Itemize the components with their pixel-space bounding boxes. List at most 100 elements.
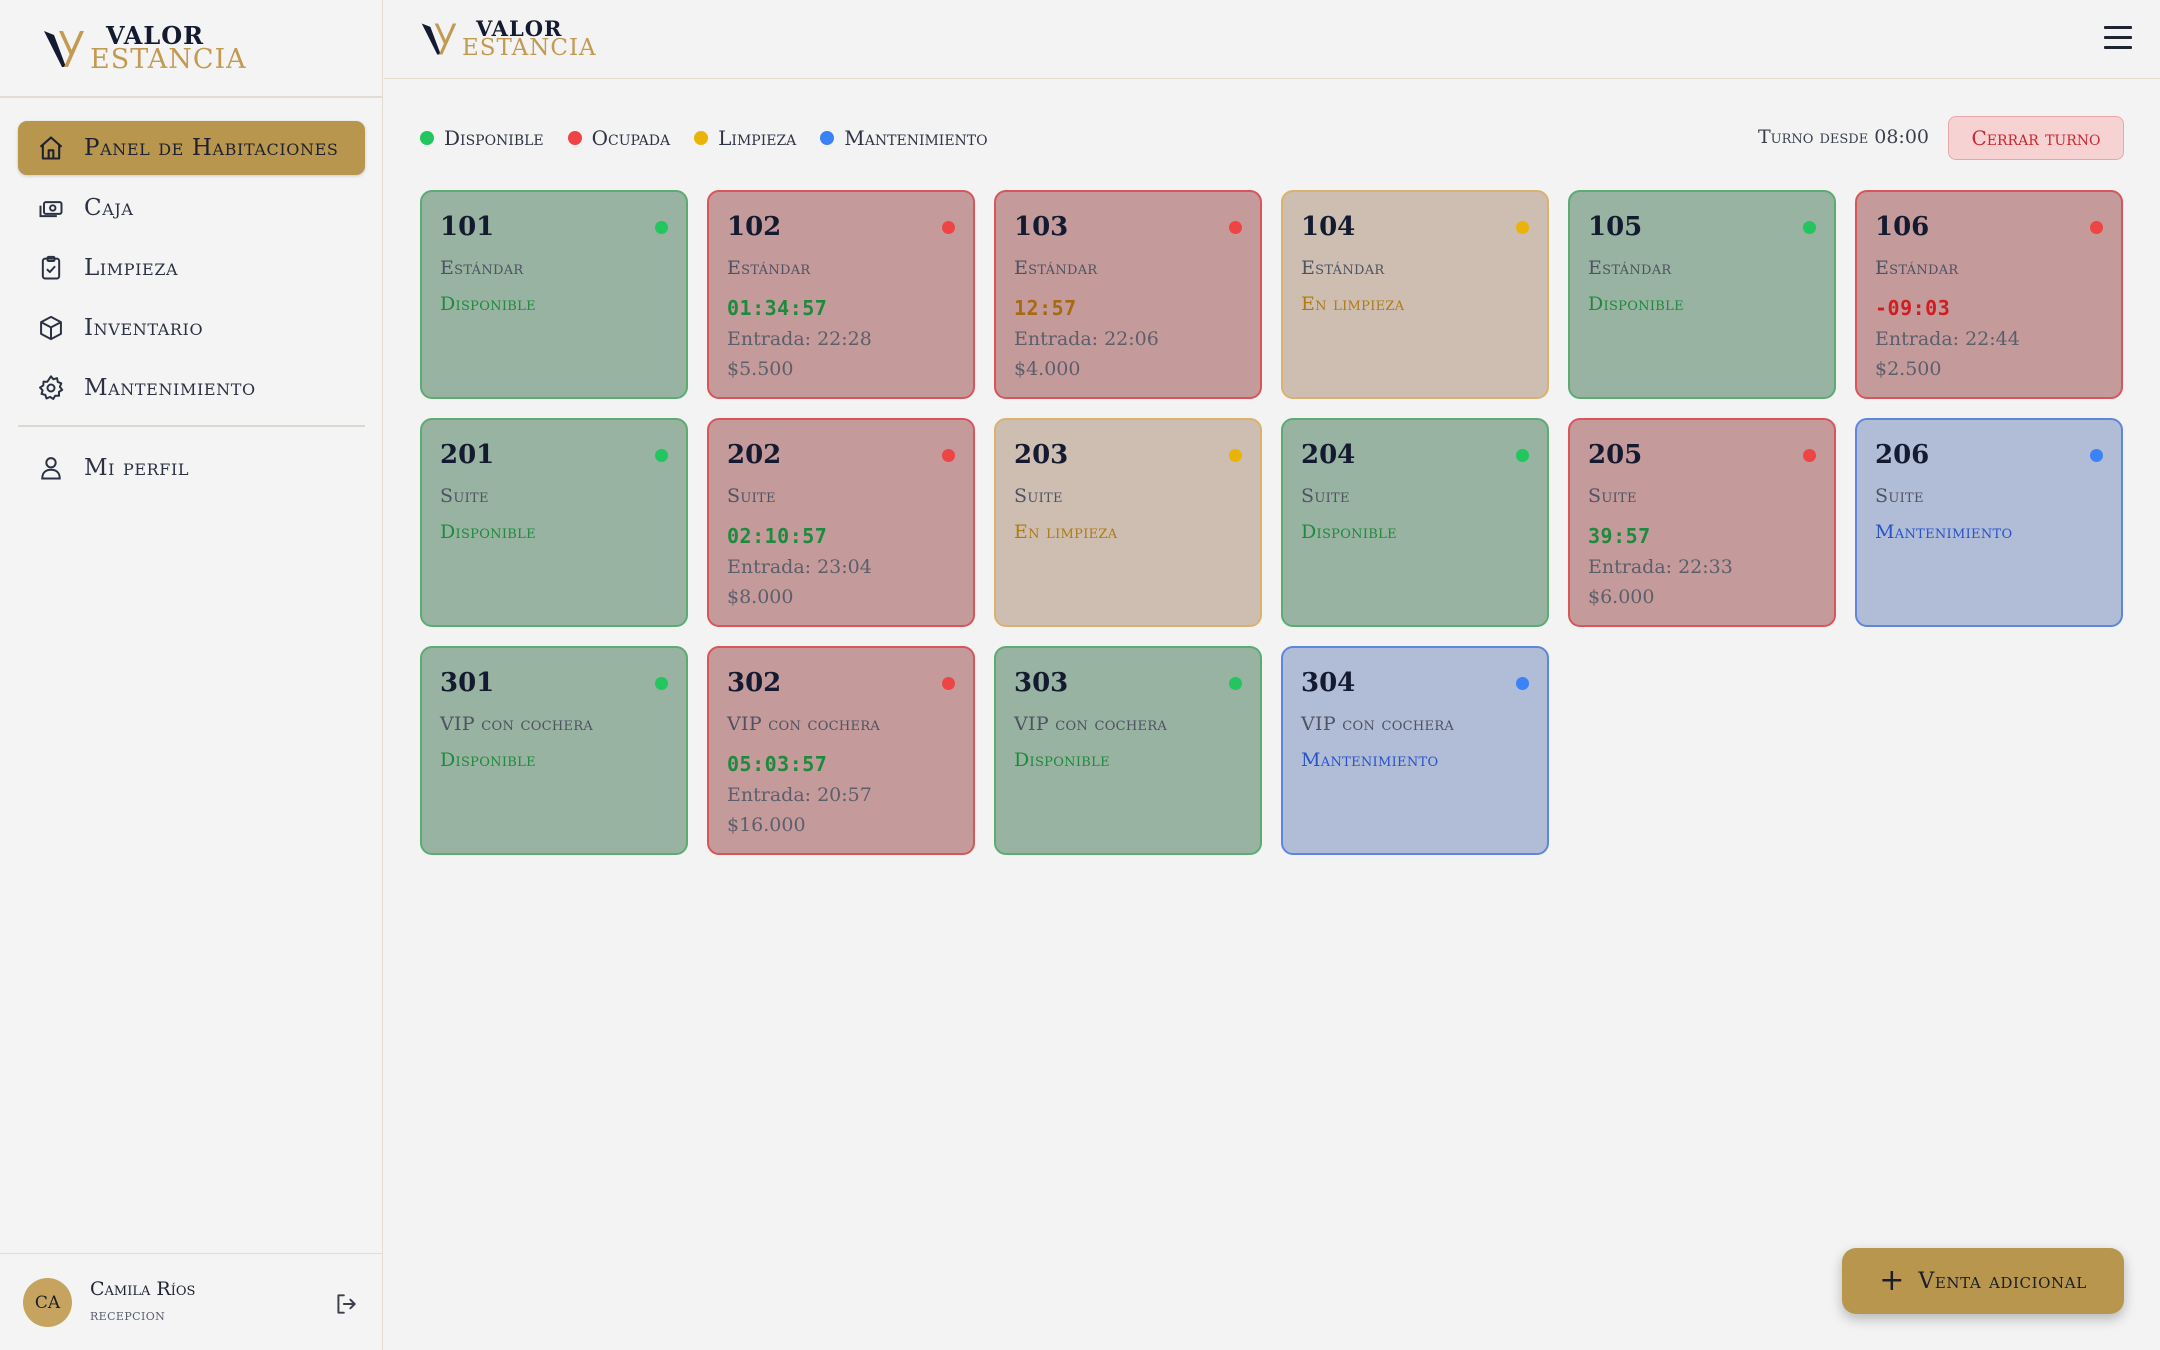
status-dot-icon <box>1516 449 1529 462</box>
status-dot-icon <box>655 221 668 234</box>
sidebar: VALOR ESTANCIA Panel de Habitaciones Caj… <box>0 0 383 1350</box>
room-entry-time: Entrada: 22:06 <box>1014 328 1159 350</box>
sidebar-item-label: Inventario <box>84 315 204 341</box>
status-dot-icon <box>1803 449 1816 462</box>
room-card-104[interactable]: 104 Estándar En limpieza <box>1281 190 1549 399</box>
status-dot-icon <box>2090 449 2103 462</box>
brand-line2: ESTANCIA <box>462 35 597 61</box>
room-type: Estándar <box>727 257 811 279</box>
room-number: 301 <box>440 668 495 698</box>
sidebar-item-panel-habitaciones[interactable]: Panel de Habitaciones <box>18 121 365 175</box>
room-card-106[interactable]: 106 Estándar -09:03 Entrada: 22:44 $2.500 <box>1855 190 2123 399</box>
room-type: Suite <box>1301 485 1350 507</box>
status-dot-icon <box>1516 677 1529 690</box>
room-card-103[interactable]: 103 Estándar 12:57 Entrada: 22:06 $4.000 <box>994 190 1262 399</box>
gear-icon <box>36 373 66 403</box>
legend-item-limpieza: Limpieza <box>694 126 796 150</box>
room-number: 106 <box>1875 212 1930 242</box>
room-card-206[interactable]: 206 Suite Mantenimiento <box>1855 418 2123 627</box>
room-type: Estándar <box>1588 257 1672 279</box>
room-number: 103 <box>1014 212 1069 242</box>
room-status-label: En limpieza <box>1014 521 1118 543</box>
box-icon <box>36 313 66 343</box>
status-dot-icon <box>942 449 955 462</box>
plus-icon: + <box>1879 1263 1905 1298</box>
room-card-302[interactable]: 302 VIP con cochera 05:03:57 Entrada: 20:57… <box>707 646 975 855</box>
sidebar-item-label: Caja <box>84 195 134 221</box>
room-card-303[interactable]: 303 VIP con cochera Disponible <box>994 646 1262 855</box>
status-dot-icon <box>567 131 582 145</box>
room-type: VIP con cochera <box>440 713 594 735</box>
room-card-101[interactable]: 101 Estándar Disponible <box>420 190 688 399</box>
room-status-label: Mantenimiento <box>1301 749 1439 771</box>
room-type: Estándar <box>1014 257 1098 279</box>
sidebar-nav-divider <box>18 425 365 427</box>
avatar[interactable]: CA <box>23 1278 72 1327</box>
topbar-logo[interactable]: VALOR ESTANCIA <box>420 18 597 60</box>
shift-start-label: Turno desde 08:00 <box>1757 126 1929 148</box>
room-type: VIP con cochera <box>727 713 881 735</box>
room-price: $2.500 <box>1875 358 1942 380</box>
close-shift-button[interactable]: Cerrar turno <box>1948 116 2124 160</box>
room-type: Estándar <box>1875 257 1959 279</box>
sidebar-logo[interactable]: VALOR ESTANCIA <box>42 24 247 73</box>
status-dot-icon <box>2090 221 2103 234</box>
status-legend: Disponible Ocupada Limpieza Mantenimient… <box>420 126 1012 150</box>
room-number: 105 <box>1588 212 1643 242</box>
room-price: $8.000 <box>727 586 794 608</box>
room-type: Suite <box>440 485 489 507</box>
additional-sale-button[interactable]: + Venta adicional <box>1842 1248 2124 1314</box>
legend-item-ocupada: Ocupada <box>567 126 671 150</box>
logo-v-icon <box>421 23 457 55</box>
hamburger-menu-icon[interactable] <box>2104 26 2132 50</box>
room-price: $16.000 <box>727 814 806 836</box>
sidebar-item-mi-perfil[interactable]: Mi perfil <box>18 441 365 495</box>
room-timer: 39:57 <box>1588 524 1651 548</box>
room-type: Suite <box>1588 485 1637 507</box>
user-panel: CA Camila Ríos recepcion <box>0 1253 383 1350</box>
room-type: Suite <box>1875 485 1924 507</box>
room-timer: 02:10:57 <box>727 524 828 548</box>
room-number: 104 <box>1301 212 1356 242</box>
sidebar-item-inventario[interactable]: Inventario <box>18 301 365 355</box>
room-status-label: Disponible <box>440 293 536 315</box>
room-timer: -09:03 <box>1875 296 1951 320</box>
brand-line2: ESTANCIA <box>90 44 247 75</box>
room-status-label: Disponible <box>440 521 536 543</box>
legend-label: Ocupada <box>591 126 671 150</box>
legend-label: Disponible <box>444 126 544 150</box>
status-dot-icon <box>694 131 709 145</box>
room-timer: 05:03:57 <box>727 752 828 776</box>
logo-v-icon <box>44 30 84 67</box>
status-dot-icon <box>655 677 668 690</box>
room-card-301[interactable]: 301 VIP con cochera Disponible <box>420 646 688 855</box>
room-status-label: Mantenimiento <box>1875 521 2013 543</box>
logout-icon[interactable] <box>333 1291 359 1317</box>
room-number: 303 <box>1014 668 1069 698</box>
sidebar-item-mantenimiento[interactable]: Mantenimiento <box>18 361 365 415</box>
room-card-304[interactable]: 304 VIP con cochera Mantenimiento <box>1281 646 1549 855</box>
room-card-102[interactable]: 102 Estándar 01:34:57 Entrada: 22:28 $5.500 <box>707 190 975 399</box>
home-icon <box>36 133 66 163</box>
room-status-label: Disponible <box>1014 749 1110 771</box>
sidebar-item-caja[interactable]: Caja <box>18 181 365 235</box>
room-number: 202 <box>727 440 782 470</box>
room-card-202[interactable]: 202 Suite 02:10:57 Entrada: 23:04 $8.000 <box>707 418 975 627</box>
room-entry-time: Entrada: 20:57 <box>727 784 872 806</box>
status-dot-icon <box>420 131 434 145</box>
room-number: 204 <box>1301 440 1356 470</box>
legend-label: Mantenimiento <box>844 126 988 150</box>
legend-label: Limpieza <box>718 126 797 150</box>
status-dot-icon <box>942 221 955 234</box>
room-number: 102 <box>727 212 782 242</box>
room-card-204[interactable]: 204 Suite Disponible <box>1281 418 1549 627</box>
room-card-201[interactable]: 201 Suite Disponible <box>420 418 688 627</box>
room-card-203[interactable]: 203 Suite En limpieza <box>994 418 1262 627</box>
room-card-105[interactable]: 105 Estándar Disponible <box>1568 190 1836 399</box>
sidebar-divider <box>0 96 383 98</box>
sidebar-item-label: Limpieza <box>84 255 179 281</box>
sidebar-item-label: Mi perfil <box>84 454 190 481</box>
sidebar-item-limpieza[interactable]: Limpieza <box>18 241 365 295</box>
room-card-205[interactable]: 205 Suite 39:57 Entrada: 22:33 $6.000 <box>1568 418 1836 627</box>
user-name: Camila Ríos <box>90 1278 196 1300</box>
